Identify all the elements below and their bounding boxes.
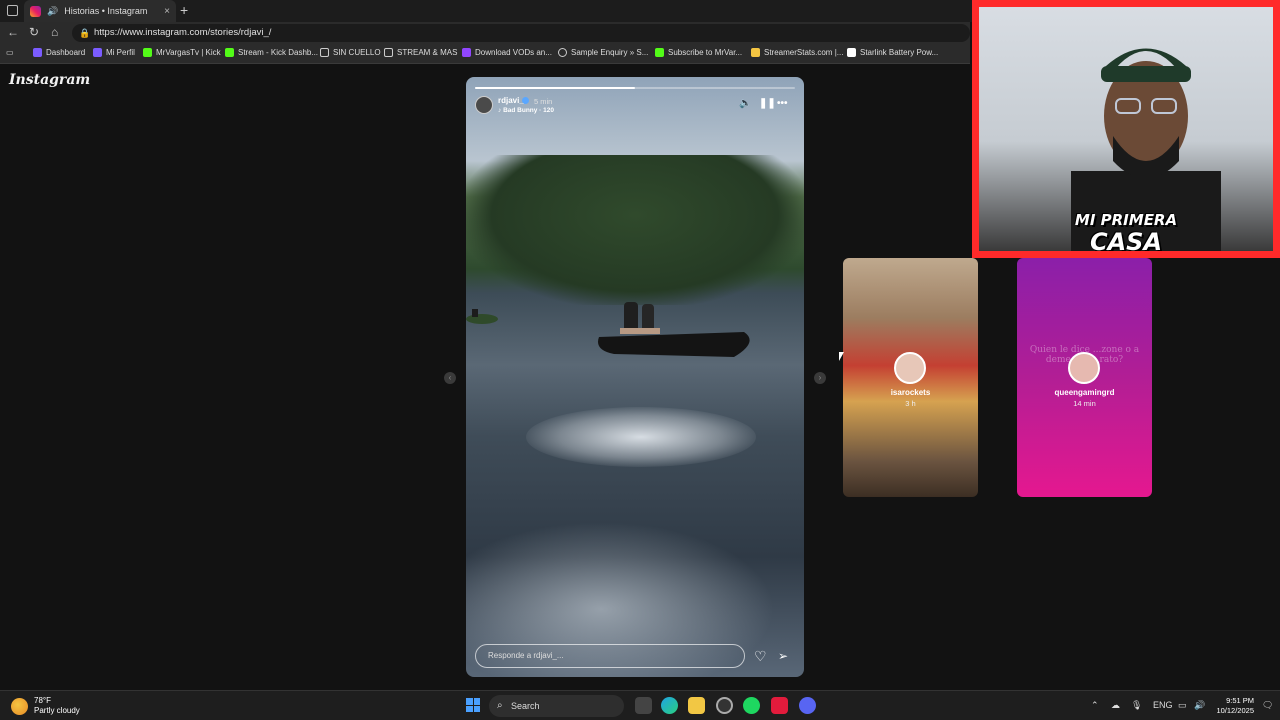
more-options-icon[interactable]: ••• [777, 98, 788, 109]
story-preview-isarockets[interactable]: isarockets 3 h [843, 258, 978, 497]
system-clock[interactable]: 9:51 PM 10/12/2025 [1212, 696, 1254, 716]
bookmark-download-vods[interactable]: Download VODs an... [462, 48, 552, 57]
discord-icon[interactable] [799, 697, 816, 714]
story-avatar[interactable] [475, 96, 493, 114]
page-icon [847, 48, 856, 57]
bookmark-sample-enquiry[interactable]: Sample Enquiry » S... [558, 48, 648, 57]
preview-username: queengamingrd [1054, 388, 1115, 397]
webcam-overlay: MI PRIMERA CASA [972, 0, 1280, 258]
pause-icon[interactable]: ❚❚ [759, 98, 776, 109]
story-time: 5 min [534, 97, 553, 106]
folder-icon [384, 48, 393, 57]
next-story-button[interactable]: › [814, 372, 826, 384]
app-icon[interactable] [771, 697, 788, 714]
start-button[interactable] [466, 698, 480, 712]
weather-temp: 78°F [34, 696, 51, 705]
preview-time: 3 h [905, 399, 916, 408]
story-username[interactable]: rdjavi_ [498, 96, 524, 105]
bookmark-subscribe[interactable]: Subscribe to MrVar... [655, 48, 742, 57]
previous-story-button[interactable]: ‹ [444, 372, 456, 384]
kick-icon [655, 48, 664, 57]
stats-icon [751, 48, 760, 57]
spotify-icon[interactable] [743, 697, 760, 714]
story-progress-fill [475, 87, 635, 89]
clock-time: 9:51 PM [1226, 696, 1254, 705]
weather-widget[interactable]: 78°F Partly cloudy [11, 696, 80, 716]
heart-icon[interactable]: ♡ [754, 648, 767, 665]
bookmark-kick-dashboard[interactable]: Stream - Kick Dashb... [225, 48, 318, 57]
file-explorer-icon[interactable] [688, 697, 705, 714]
story-viewer[interactable]: rdjavi_ 5 min ♪ Bad Bunny · 120 🔈 ❚❚ •••… [466, 77, 804, 677]
reload-icon[interactable]: ↻ [29, 25, 39, 39]
bookmark-streamerstats[interactable]: StreamerStats.com |... [751, 48, 843, 57]
url-text: https://www.instagram.com/stories/rdjavi… [94, 27, 272, 38]
kick-icon [225, 48, 234, 57]
webcam-feed: MI PRIMERA CASA [979, 7, 1273, 251]
mouse-cursor [839, 352, 844, 361]
windows-taskbar: 78°F Partly cloudy ⌕ Search ⌃ ☁ 🎙 ENG ▭ … [0, 690, 1280, 720]
preview-username: isarockets [890, 388, 931, 397]
address-bar-row: ← ↻ ⌂ 🔒 https://www.instagram.com/storie… [0, 22, 970, 44]
bookmarks-bar: ▭ Dashboard Mi Perfil MrVargasTv | Kick … [0, 44, 970, 64]
instagram-logo[interactable]: Instagram [9, 72, 90, 88]
mute-icon[interactable]: 🔈 [739, 98, 751, 109]
tab-close-icon[interactable]: × [164, 6, 170, 17]
tab-title: Historias • Instagram [64, 6, 148, 16]
bookmark-kick[interactable]: MrVargasTv | Kick [143, 48, 221, 57]
verified-icon [522, 97, 529, 104]
volume-icon[interactable]: 🔊 [1194, 700, 1205, 711]
webcam-overlay-text: MI PRIMERA CASA [1074, 211, 1178, 251]
story-progress-bar [475, 87, 795, 89]
jetski-icon [598, 302, 750, 357]
story-preview-queengamingrd[interactable]: Quien le dice ...zone o a deme... ...n r… [1017, 258, 1152, 497]
bookmark-stream-mas[interactable]: STREAM & MAS [384, 48, 457, 57]
twitch-icon [93, 48, 102, 57]
tray-chevron-icon[interactable]: ⌃ [1091, 700, 1099, 711]
story-image-island [466, 155, 804, 305]
home-icon[interactable]: ⌂ [51, 25, 58, 39]
edge-icon[interactable] [661, 697, 678, 714]
tab-actions-icon[interactable] [7, 5, 18, 16]
language-indicator[interactable]: ENG [1153, 700, 1173, 710]
back-icon[interactable]: ← [7, 25, 19, 39]
story-image-wake [526, 407, 756, 467]
preview-time: 14 min [1073, 399, 1096, 408]
bookmark-sin-cuello[interactable]: SIN CUELLO [320, 48, 381, 57]
weather-icon [11, 697, 28, 715]
folder-icon [320, 48, 329, 57]
speaker-icon[interactable]: 🔊 [47, 6, 58, 17]
browser-tab[interactable]: 🔊 Historias • Instagram × [24, 0, 176, 22]
search-label: Search [511, 701, 540, 711]
search-icon: ⌕ [497, 700, 503, 711]
twitch-icon [33, 48, 42, 57]
kick-icon [143, 48, 152, 57]
bookmark-dashboard[interactable]: Dashboard [33, 48, 85, 57]
story-music-label: Bad Bunny · 120 [503, 107, 554, 114]
clock-date: 10/12/2025 [1216, 706, 1254, 715]
bookmark-mi-perfil[interactable]: Mi Perfil [93, 48, 135, 57]
story-music[interactable]: ♪ Bad Bunny · 120 [498, 107, 554, 114]
microphone-icon[interactable]: 🎙 [1131, 700, 1142, 711]
preview-avatar [894, 352, 926, 384]
weather-desc: Partly cloudy [34, 706, 80, 715]
bookmarks-icon[interactable]: ▭ [6, 48, 14, 57]
chrome-icon[interactable] [716, 697, 733, 714]
task-view-icon[interactable] [635, 697, 652, 714]
send-icon[interactable]: ➢ [778, 649, 788, 663]
bookmark-starlink[interactable]: Starlink Battery Pow... [847, 48, 938, 57]
address-input[interactable]: 🔒 https://www.instagram.com/stories/rdja… [72, 24, 970, 42]
lock-icon[interactable]: 🔒 [79, 24, 90, 42]
preview-avatar [1068, 352, 1100, 384]
jetski-background-icon [466, 309, 498, 324]
tray-cloud-icon[interactable]: ☁ [1111, 700, 1120, 711]
network-icon[interactable]: ▭ [1178, 700, 1187, 711]
twitch-icon [462, 48, 471, 57]
new-tab-button[interactable]: + [180, 2, 188, 18]
taskbar-search[interactable]: ⌕ Search [489, 695, 624, 717]
instagram-favicon-icon [30, 5, 41, 17]
reply-input[interactable]: Responde a rdjavi_... [475, 644, 745, 668]
globe-icon [558, 48, 567, 57]
notification-icon[interactable]: 🗨 [1262, 700, 1273, 711]
